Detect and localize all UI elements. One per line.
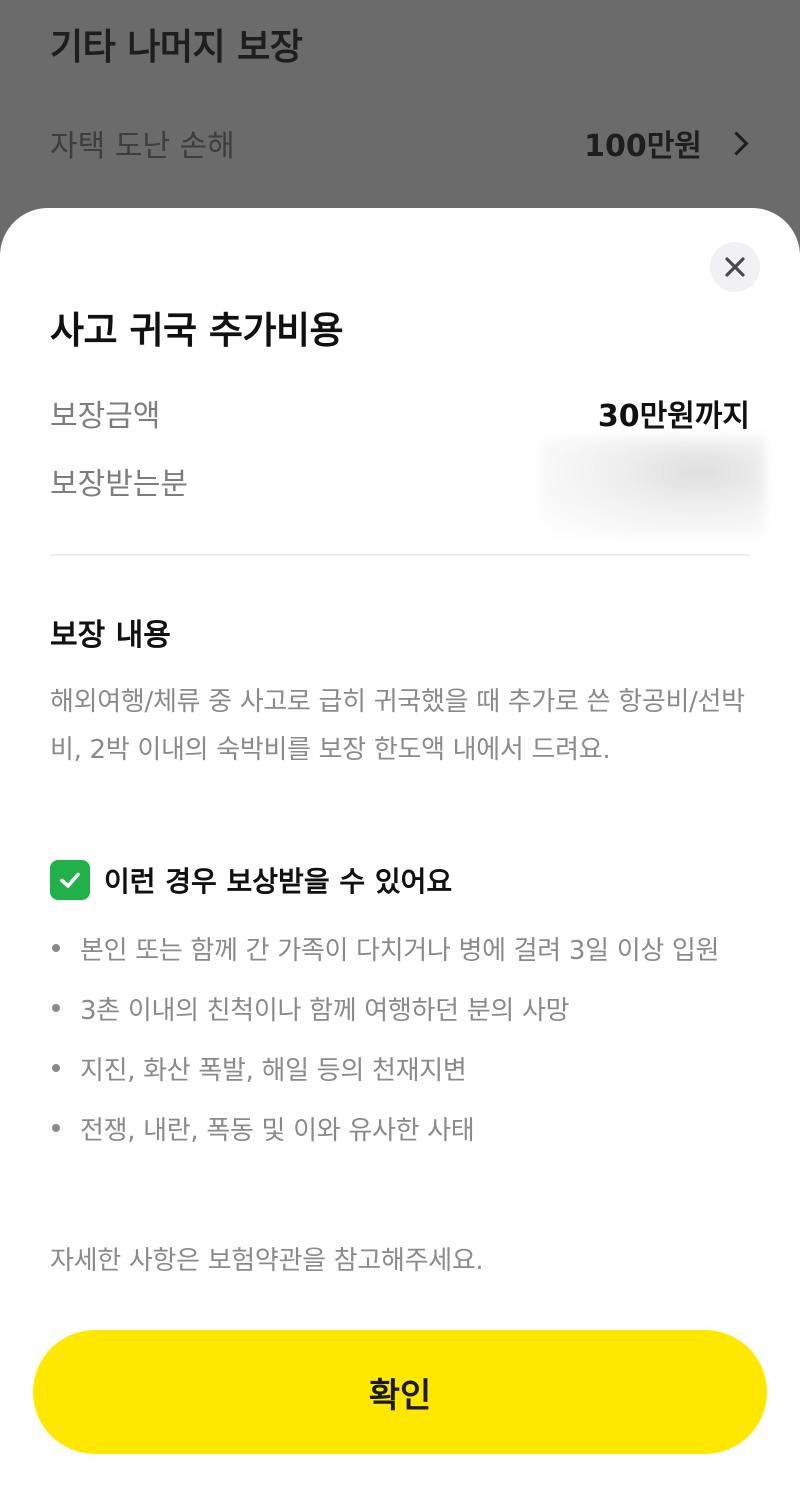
background-section-title: 기타 나머지 보장 (50, 27, 303, 68)
list-item: 전쟁, 내란, 폭동 및 이와 유사한 사태 (50, 1098, 770, 1158)
background-row-label: 자택 도난 손해 (50, 129, 235, 164)
sheet-title: 사고 귀국 추가비용 (50, 309, 344, 352)
list-item: 3촌 이내의 친척이나 함께 여행하던 분의 사망 (50, 978, 770, 1038)
eligible-cases-list: 본인 또는 함께 간 가족이 다치거나 병에 걸려 3일 이상 입원 3촌 이내… (50, 918, 770, 1158)
list-item-text: 3촌 이내의 친척이나 함께 여행하던 분의 사망 (80, 995, 570, 1026)
eligible-cases-title: 이런 경우 보상받을 수 있어요 (104, 865, 453, 898)
insured-person-label: 보장받는분 (50, 467, 188, 502)
check-icon (50, 860, 90, 900)
background-coverage-row[interactable]: 자택 도난 손해 100만원 (50, 118, 750, 168)
coverage-amount-value: 30만원까지 (597, 399, 750, 434)
list-item-text: 본인 또는 함께 간 가족이 다치거나 병에 걸려 3일 이상 입원 (80, 935, 720, 966)
redacted-name (540, 438, 765, 536)
list-item: 본인 또는 함께 간 가족이 다치거나 병에 걸려 3일 이상 입원 (50, 918, 770, 978)
terms-footnote: 자세한 사항은 보험약관을 참고해주세요. (50, 1246, 484, 1276)
close-button[interactable] (710, 242, 760, 292)
coverage-amount-row: 보장금액 30만원까지 (50, 388, 750, 438)
close-icon (725, 257, 745, 277)
coverage-details-heading: 보장 내용 (50, 618, 171, 653)
bullet-dot (52, 944, 60, 952)
coverage-amount-label: 보장금액 (50, 399, 161, 434)
background-row-value: 100만원 (584, 129, 702, 164)
chevron-right-icon (724, 130, 750, 156)
bullet-dot (52, 1064, 60, 1072)
bullet-dot (52, 1004, 60, 1012)
background-row-right: 100만원 (584, 121, 750, 165)
list-item-text: 지진, 화산 폭발, 해일 등의 천재지변 (80, 1055, 467, 1086)
eligible-cases-header: 이런 경우 보상받을 수 있어요 (50, 858, 452, 902)
confirm-button[interactable]: 확인 (33, 1330, 767, 1454)
list-item-text: 전쟁, 내란, 폭동 및 이와 유사한 사태 (80, 1115, 475, 1146)
bullet-dot (52, 1124, 60, 1132)
list-item: 지진, 화산 폭발, 해일 등의 천재지변 (50, 1038, 770, 1098)
divider (50, 554, 750, 556)
coverage-description: 해외여행/체류 중 사고로 급히 귀국했을 때 추가로 쓴 항공비/선박비, 2… (50, 687, 745, 765)
